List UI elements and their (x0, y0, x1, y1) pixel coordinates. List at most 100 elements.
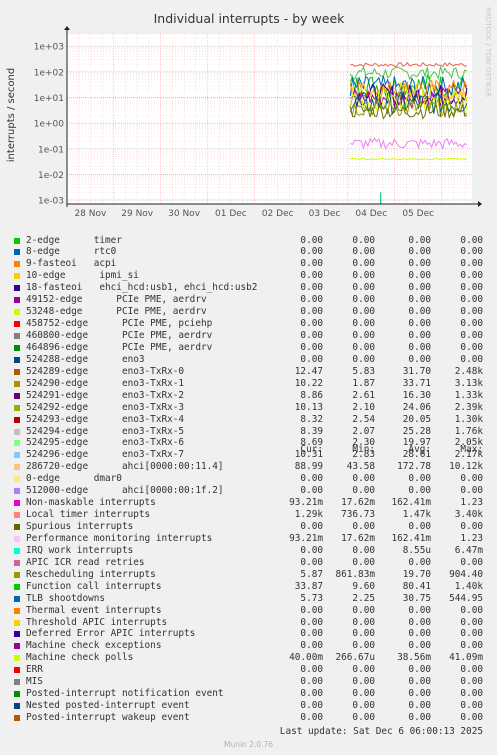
legend-min-value: 2.10 (352, 401, 375, 413)
legend-min-value: 0.00 (352, 294, 375, 306)
legend-cur-value: 0.00 (300, 294, 323, 306)
legend-swatch (14, 273, 20, 280)
legend-swatch (14, 607, 20, 614)
legend-max-value: 1.23 (460, 497, 483, 509)
legend-max-value: 0.00 (460, 270, 483, 282)
legend-swatch (14, 643, 20, 650)
legend-max-value: 0.00 (460, 712, 483, 723)
legend-max-value: 1.76k (454, 425, 483, 437)
x-axis-ticks: 28 Nov 29 Nov 30 Nov 01 Dec 02 Dec 03 Dec 04 D… (74, 209, 434, 219)
legend-min-value: 0.00 (352, 330, 375, 341)
legend-min-value: 266.67u (335, 652, 375, 664)
legend-row: Posted-interrupt wakeup event 0.00 0.00 0.0… (0, 712, 497, 724)
legend-row: Deferred Error APIC interrupts 0.00 0.00 0.… (0, 628, 497, 640)
legend-avg-value: 0.00 (408, 628, 431, 640)
legend-row: Nested posted-interrupt event 0.00 0.00 0.0… (0, 700, 497, 712)
legend-max-value: 0.00 (460, 700, 483, 712)
legend-max-value: 0.00 (460, 353, 483, 365)
legend-row: 458752-edge PCIe PME, pciehp 0.00 0.00 0.00… (0, 318, 497, 330)
legend-row: 512000-edge ahci[0000:00:1f.2] 0.00 0.00 0.… (0, 485, 497, 497)
legend-max-value: 0.00 (460, 640, 483, 652)
legend-min-value: 5.83 (352, 365, 375, 377)
legend-min-value: 2.61 (352, 389, 375, 401)
legend-avg-value: 16.30 (402, 389, 431, 401)
legend-avg-value: 30.75 (402, 592, 431, 604)
legend-row: 10-edge ipmi_si 0.00 0.00 0.00 0.00 (0, 270, 497, 282)
legend-swatch (14, 500, 20, 507)
legend-avg-value: 0.00 (408, 473, 431, 485)
legend-label: 8-edge rtc0 (26, 246, 117, 258)
legend-cur-value: 0.00 (300, 712, 323, 723)
legend-avg-value: 162.41m (391, 532, 431, 544)
x-tick-label: 04 Dec (355, 209, 387, 219)
legend-swatch (14, 344, 20, 351)
legend-row: Rescheduling interrupts 5.87 861.83m 19.70 9… (0, 569, 497, 581)
legend-max-value: 0.00 (460, 330, 483, 341)
legend-row: 524296-edge eno3-TxRx-7 10.31 2.83 28.61 2.1… (0, 449, 497, 461)
legend-avg-value: 0.00 (408, 353, 431, 365)
legend-label: Thermal event interrupts (26, 604, 162, 616)
legend-cur-value: 40.00m (289, 652, 323, 664)
legend-swatch (14, 297, 20, 304)
legend-cur-value: 33.87 (294, 580, 323, 592)
legend-min-value: 0.00 (352, 341, 375, 353)
legend-min-value: 0.00 (352, 246, 375, 258)
legend-max-value: 0.00 (460, 485, 483, 497)
legend-label: 460800-edge PCIe PME, aerdrv (26, 330, 213, 341)
legend-label: 524288-edge eno3 (26, 353, 145, 365)
legend-min-value: 0.00 (352, 353, 375, 365)
legend-min-value: 0.00 (352, 306, 375, 318)
legend-max-value: 0.00 (460, 556, 483, 568)
legend-swatch (14, 356, 20, 363)
legend-label: 9-fasteoi acpi (26, 258, 117, 270)
legend-row: APIC ICR read retries 0.00 0.00 0.00 0.00 (0, 557, 497, 569)
legend-max-value: 2.05k (454, 437, 483, 449)
legend-label: Machine check polls (26, 652, 134, 664)
legend-cur-value: 0.00 (300, 318, 323, 330)
legend-min-value: 0.00 (352, 258, 375, 270)
legend-avg-value: 0.00 (408, 341, 431, 353)
legend-swatch (14, 547, 20, 554)
legend-label: 524293-edge eno3-TxRx-4 (26, 413, 185, 425)
legend-swatch (14, 237, 20, 244)
legend-cur-value: 0.00 (300, 676, 323, 688)
y-tick-label: 1e-02 (38, 171, 64, 181)
legend-cur-value: 93.21m (289, 497, 323, 509)
munin-version: Munin 2.0.76 (223, 740, 274, 749)
legend-swatch (14, 524, 20, 530)
legend-label: Function call interrupts (26, 580, 162, 592)
legend-row: 524295-edge eno3-TxRx-6 8.69 2.30 19.97 2.05… (0, 437, 497, 449)
legend-cur-value: 0.00 (300, 664, 323, 676)
legend-min-value: 0.00 (352, 556, 375, 568)
legend-min-value: 2.07 (352, 425, 375, 437)
legend-avg-value: 0.00 (408, 640, 431, 652)
legend-avg-value: 0.00 (408, 676, 431, 688)
y-axis-label: interrupts / second (6, 68, 17, 162)
legend-label: 524295-edge eno3-TxRx-6 (26, 437, 185, 449)
legend-swatch (14, 535, 20, 542)
legend-label: 524292-edge eno3-TxRx-3 (26, 401, 185, 413)
legend-avg-value: 0.00 (408, 485, 431, 497)
legend-row: Local timer interrupts 1.29k 736.73 1.47k 3.… (0, 509, 497, 521)
legend-min-value: 0.00 (352, 270, 375, 282)
legend-label: Local timer interrupts (26, 509, 151, 521)
legend-avg-value: 0.00 (408, 664, 431, 676)
y-axis-arrow (64, 26, 70, 30)
legend-label: Spurious interrupts (26, 521, 134, 532)
legend-max-value: 2.39k (454, 401, 483, 413)
interrupts-chart: Individual interrupts - by week interrup… (6, 7, 492, 219)
legend-cur-value: 0.00 (300, 544, 323, 556)
legend-avg-value: 24.06 (402, 401, 431, 413)
legend-swatch (14, 679, 20, 686)
legend-cur-value: 0.00 (300, 604, 323, 616)
legend-max-value: 1.40k (454, 580, 483, 592)
legend-avg-value: 20.05 (402, 413, 431, 425)
legend-cur-value: 5.87 (300, 568, 323, 580)
legend-swatch (14, 380, 20, 387)
x-tick-label: 02 Dec (262, 209, 294, 219)
legend-max-value: 0.00 (460, 246, 483, 258)
legend-min-value: 0.00 (352, 544, 375, 556)
legend-swatch (14, 703, 20, 710)
legend-label: Posted-interrupt notification event (26, 688, 224, 700)
legend-avg-value: 0.00 (408, 688, 431, 700)
